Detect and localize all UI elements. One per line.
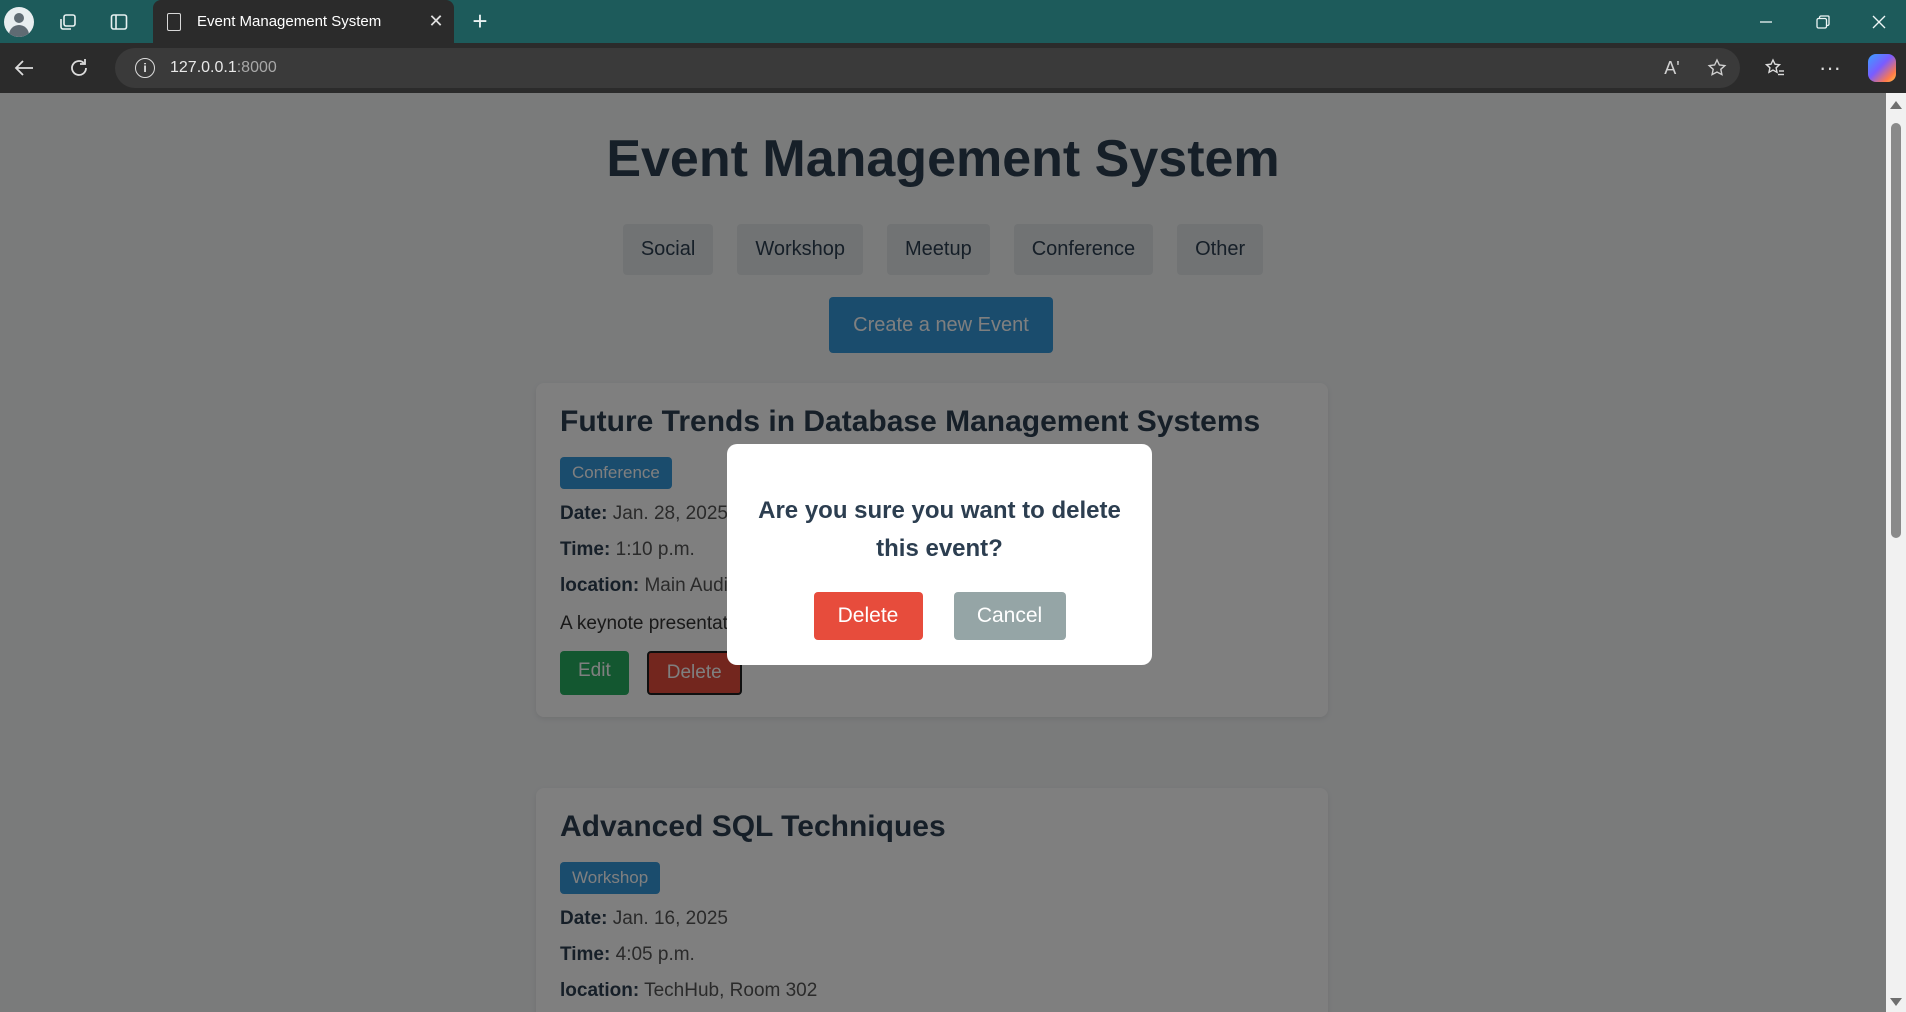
close-window-icon[interactable] [1851,0,1906,43]
browser-tab-bar: Event Management System ✕ + [0,0,1906,43]
page-scrollbar[interactable] [1886,93,1906,1012]
profile-icon[interactable] [4,7,34,37]
document-icon [167,12,181,31]
scroll-up-icon[interactable] [1890,101,1902,109]
back-icon[interactable] [2,43,46,93]
scroll-down-icon[interactable] [1890,998,1902,1006]
url-host: 127.0.0.1 [170,59,237,76]
dialog-actions: Delete Cancel [727,592,1152,640]
back-glyph [14,60,33,76]
minimize-icon[interactable] [1738,0,1794,43]
cancel-button[interactable]: Cancel [953,592,1066,640]
tab-actions-glyph [110,13,128,30]
more-icon[interactable]: ··· [1808,43,1852,93]
refresh-glyph [71,59,87,76]
confirm-delete-button[interactable]: Delete [813,592,923,640]
favorite-star-glyph [1707,58,1727,76]
url-text: 127.0.0.1:8000 [170,59,277,77]
new-tab-button[interactable]: + [458,0,502,43]
profile-body [9,25,29,37]
dialog-question: Are you sure you want to delete this eve… [758,497,1121,562]
copilot-icon[interactable] [1868,54,1896,82]
scroll-thumb[interactable] [1891,123,1901,538]
info-icon[interactable]: i [135,58,155,78]
active-tab[interactable]: Event Management System ✕ [153,0,454,43]
url-bar[interactable]: i 127.0.0.1:8000 Aʹ [115,48,1740,88]
workspaces-glyph [60,13,76,30]
browser-address-bar: i 127.0.0.1:8000 Aʹ ··· [0,43,1906,93]
minimize-glyph [1760,20,1772,23]
favorites-glyph [1764,58,1784,76]
profile-head [14,13,24,23]
delete-confirm-dialog: Are you sure you want to delete this eve… [727,444,1152,665]
favorite-star-icon[interactable] [1695,48,1739,88]
tab-title: Event Management System [197,13,382,30]
workspaces-icon[interactable] [46,0,90,43]
restore-glyph [1816,14,1830,29]
tab-actions-icon[interactable] [97,0,141,43]
url-port: :8000 [236,59,277,76]
favorites-icon[interactable] [1753,43,1797,93]
close-window-glyph [1872,15,1886,28]
refresh-icon[interactable] [57,43,101,93]
page-viewport: Event Management System Social Workshop … [0,93,1886,1012]
read-aloud-icon[interactable]: Aʹ [1650,48,1694,88]
tab-close-icon[interactable]: ✕ [418,11,454,32]
restore-icon[interactable] [1795,0,1851,43]
